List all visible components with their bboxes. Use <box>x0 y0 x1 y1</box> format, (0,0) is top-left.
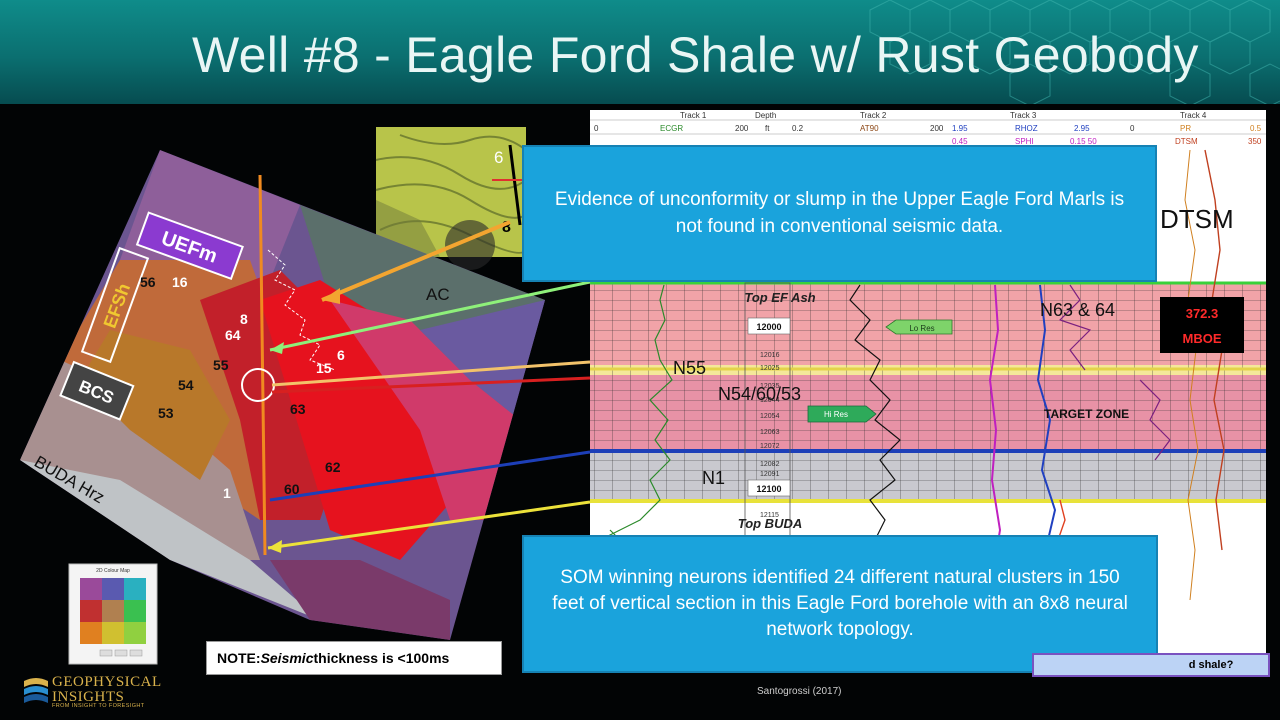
curve-pr: PR <box>1180 124 1191 133</box>
curve-depth-unit: ft <box>765 124 770 133</box>
svg-text:12091: 12091 <box>760 471 780 478</box>
colour-map-legend: 2D Colour Map <box>68 563 158 665</box>
hi-res-label: Hi Res <box>824 410 848 419</box>
neuron-label-n54-60-53: N54/60/53 <box>718 384 801 404</box>
curve-at90: AT90 <box>860 124 879 133</box>
svg-text:12016: 12016 <box>760 352 780 359</box>
curve-ecgr: ECGR <box>660 124 683 133</box>
neuron-62: 62 <box>325 459 341 475</box>
scale-350: 350 <box>1248 137 1262 146</box>
inset-label-6: 6 <box>494 148 503 167</box>
note-rest: thickness is <100ms <box>313 650 450 666</box>
svg-text:12025: 12025 <box>760 365 780 372</box>
neuron-63: 63 <box>290 401 306 417</box>
depth-marker-12100: 12100 <box>756 484 781 494</box>
dtsm-big-label: DTSM <box>1160 204 1234 234</box>
scale-0: 0 <box>594 124 599 133</box>
neuron-53: 53 <box>158 405 174 421</box>
scale-0.5: 0.5 <box>1250 124 1262 133</box>
note-italic: Seismic <box>260 650 314 666</box>
note-box: NOTE: Seismic thickness is <100ms <box>206 641 502 675</box>
svg-text:12063: 12063 <box>760 429 780 436</box>
callout-top: Evidence of unconformity or slump in the… <box>522 145 1157 282</box>
scale-2.95: 2.95 <box>1074 124 1090 133</box>
zone-label-ac: AC <box>426 285 450 304</box>
volume-unit: MBOE <box>1183 331 1222 346</box>
bottom-right-tag: d shale? <box>1032 653 1270 677</box>
logo-wave-icon <box>24 678 48 703</box>
slide: Well #8 - Eagle Ford Shale w/ Rust Geobo… <box>0 0 1280 720</box>
track-header-1: Track 1 <box>680 111 707 120</box>
track-header-2: Track 2 <box>860 111 887 120</box>
logo-name: GEOPHYSICAL INSIGHTS <box>52 674 162 705</box>
svg-text:12082: 12082 <box>760 461 780 468</box>
neuron-8: 8 <box>240 311 248 327</box>
neuron-64: 64 <box>225 327 241 343</box>
lo-res-label: Lo Res <box>909 324 934 333</box>
neuron-label-n63-64: N63 & 64 <box>1040 300 1115 320</box>
company-logo: GEOPHYSICAL INSIGHTS FROM INSIGHT TO FOR… <box>22 671 182 717</box>
svg-text:12072: 12072 <box>760 443 780 450</box>
target-zone-label: TARGET ZONE <box>1044 407 1129 421</box>
depth-marker-12000: 12000 <box>756 322 781 332</box>
note-label: NOTE: <box>217 650 261 666</box>
scale-200b: 200 <box>930 124 944 133</box>
horizon-label-top-buda: Top BUDA <box>738 516 803 531</box>
neuron-54: 54 <box>178 377 194 393</box>
legend-title: 2D Colour Map <box>96 568 130 574</box>
neuron-15: 15 <box>316 360 332 376</box>
horizon-label-top-ef-ash: Top EF Ash <box>744 290 815 305</box>
citation: Santogrossi (2017) <box>757 686 842 697</box>
curve-dtsm: DTSM <box>1175 137 1198 146</box>
curve-rhoz: RHOZ <box>1015 124 1038 133</box>
neuron-56: 56 <box>140 274 156 290</box>
neuron-6: 6 <box>337 347 345 363</box>
scale-1.95: 1.95 <box>952 124 968 133</box>
neuron-16: 16 <box>172 274 188 290</box>
scale-200: 200 <box>735 124 749 133</box>
track-header-4: Track 4 <box>1180 111 1207 120</box>
scale-0b: 0 <box>1130 124 1135 133</box>
neuron-label-n1: N1 <box>702 468 725 488</box>
volume-value: 372.3 <box>1186 306 1219 321</box>
neuron-55: 55 <box>213 357 229 373</box>
track-header-depth: Depth <box>755 111 776 120</box>
neuron-1: 1 <box>223 485 231 501</box>
logo-tagline: FROM INSIGHT TO FORESIGHT <box>52 703 145 709</box>
neuron-label-n55: N55 <box>673 358 706 378</box>
track-header-3: Track 3 <box>1010 111 1037 120</box>
legend-grid <box>80 578 146 644</box>
svg-text:12054: 12054 <box>760 413 780 420</box>
scale-0.2: 0.2 <box>792 124 804 133</box>
